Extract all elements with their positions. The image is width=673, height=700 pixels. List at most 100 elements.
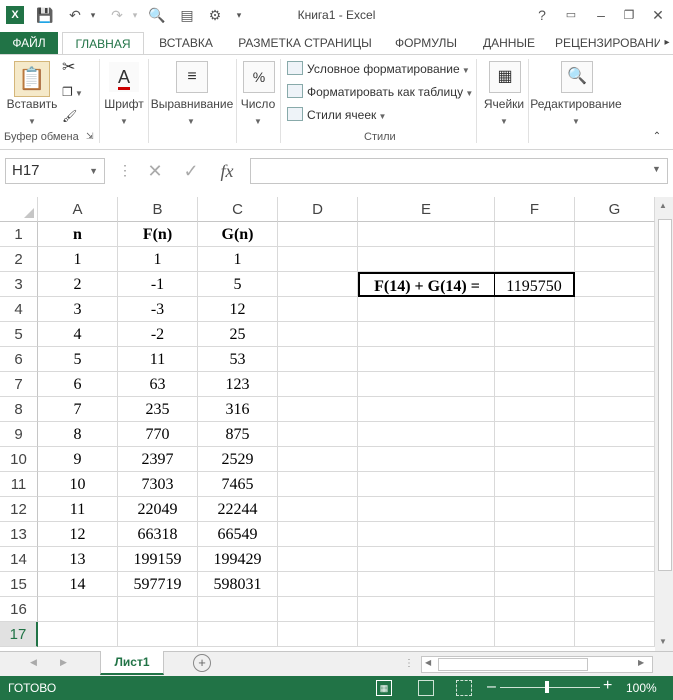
- chart-icon[interactable]: ▤: [178, 6, 196, 24]
- cell[interactable]: [575, 447, 655, 472]
- cell[interactable]: [495, 372, 575, 397]
- cell[interactable]: [575, 247, 655, 272]
- cell[interactable]: 66549: [198, 522, 278, 547]
- tab-insert[interactable]: ВСТАВКА: [150, 32, 222, 54]
- cell[interactable]: [495, 572, 575, 597]
- cell[interactable]: 10: [38, 472, 118, 497]
- cell[interactable]: 2397: [118, 447, 198, 472]
- cell[interactable]: 4: [38, 322, 118, 347]
- cell[interactable]: 598031: [198, 572, 278, 597]
- cell[interactable]: [575, 472, 655, 497]
- summary-value-cell[interactable]: 1195750: [495, 272, 575, 297]
- cancel-icon[interactable]: ✕: [142, 160, 168, 182]
- sheet-tab-list1[interactable]: Лист1: [100, 651, 164, 675]
- scroll-right-icon[interactable]: ▶: [638, 658, 644, 667]
- clipboard-launcher-icon[interactable]: ⇲: [86, 131, 94, 142]
- cell[interactable]: [495, 422, 575, 447]
- row-header[interactable]: 6: [0, 347, 38, 372]
- sheet-prev-icon[interactable]: ◀: [30, 657, 37, 668]
- cell[interactable]: [358, 447, 495, 472]
- percent-icon[interactable]: %: [243, 61, 275, 93]
- page-break-view-icon[interactable]: [456, 680, 472, 696]
- undo-icon[interactable]: ↶: [66, 6, 84, 24]
- column-header[interactable]: A: [38, 197, 118, 222]
- cell[interactable]: [278, 622, 358, 647]
- row-header[interactable]: 11: [0, 472, 38, 497]
- ribbon-display-options-icon[interactable]: ▭: [560, 4, 582, 26]
- cell[interactable]: [278, 297, 358, 322]
- redo-dropdown-icon[interactable]: ▾: [126, 6, 144, 24]
- cell[interactable]: 1: [38, 247, 118, 272]
- normal-view-icon[interactable]: ▦: [376, 680, 392, 696]
- cell[interactable]: 13: [38, 547, 118, 572]
- customize-toolbar-icon[interactable]: ▾: [230, 6, 248, 24]
- cell[interactable]: [495, 447, 575, 472]
- cell[interactable]: [278, 397, 358, 422]
- cell[interactable]: [358, 347, 495, 372]
- conditional-formatting-button[interactable]: Условное форматирование ▼: [287, 60, 470, 78]
- editing-dropdown-icon[interactable]: ▼: [566, 113, 586, 127]
- cell[interactable]: -2: [118, 322, 198, 347]
- find-icon[interactable]: 🔍: [561, 61, 593, 93]
- tab-split-icon[interactable]: ⋮: [404, 658, 414, 669]
- cell[interactable]: [278, 422, 358, 447]
- cell[interactable]: [278, 322, 358, 347]
- cell[interactable]: [495, 247, 575, 272]
- cell[interactable]: [118, 597, 198, 622]
- row-header[interactable]: 3: [0, 272, 38, 297]
- editing-button[interactable]: Редактирование: [528, 97, 624, 111]
- share-icon[interactable]: ⚙: [206, 6, 224, 24]
- cell[interactable]: [358, 597, 495, 622]
- cell[interactable]: 770: [118, 422, 198, 447]
- insert-function-icon[interactable]: fx: [214, 160, 240, 182]
- cell[interactable]: [495, 522, 575, 547]
- table-header-cell[interactable]: G(n): [198, 222, 278, 247]
- column-header[interactable]: C: [198, 197, 278, 222]
- vertical-scrollbar[interactable]: ▲ ▼: [655, 197, 673, 651]
- cell[interactable]: [358, 222, 495, 247]
- cell[interactable]: [575, 572, 655, 597]
- scroll-down-icon[interactable]: ▼: [659, 637, 667, 646]
- cell[interactable]: -3: [118, 297, 198, 322]
- row-header[interactable]: 16: [0, 597, 38, 622]
- row-header[interactable]: 14: [0, 547, 38, 572]
- cell[interactable]: [278, 447, 358, 472]
- row-header[interactable]: 9: [0, 422, 38, 447]
- cell[interactable]: [495, 347, 575, 372]
- cell[interactable]: [278, 522, 358, 547]
- number-dropdown-icon[interactable]: ▼: [248, 113, 268, 127]
- cell[interactable]: [495, 622, 575, 647]
- tab-review[interactable]: РЕЦЕНЗИРОВАНИ: [555, 32, 660, 54]
- row-header[interactable]: 4: [0, 297, 38, 322]
- cell[interactable]: [358, 297, 495, 322]
- column-header[interactable]: F: [495, 197, 575, 222]
- zoom-level[interactable]: 100%: [626, 681, 657, 695]
- cell[interactable]: 597719: [118, 572, 198, 597]
- minimize-button[interactable]: –: [590, 4, 612, 26]
- undo-dropdown-icon[interactable]: ▾: [84, 6, 102, 24]
- cell[interactable]: [575, 522, 655, 547]
- cell[interactable]: [358, 372, 495, 397]
- cut-icon[interactable]: ✂: [62, 59, 75, 77]
- new-sheet-icon[interactable]: +: [193, 654, 211, 672]
- zoom-out-icon[interactable]: –: [487, 678, 496, 696]
- name-box-dropdown-icon[interactable]: ▼: [89, 159, 98, 183]
- tab-page-layout[interactable]: РАЗМЕТКА СТРАНИЦЫ: [230, 32, 380, 54]
- collapse-ribbon-icon[interactable]: ⌃: [650, 131, 664, 142]
- summary-label-cell[interactable]: F(14) + G(14) =: [358, 272, 495, 297]
- table-header-cell[interactable]: n: [38, 222, 118, 247]
- paste-dropdown-icon[interactable]: ▼: [22, 113, 42, 127]
- column-header[interactable]: B: [118, 197, 198, 222]
- alignment-button[interactable]: Выравнивание: [148, 97, 236, 111]
- cell[interactable]: 1: [118, 247, 198, 272]
- cell[interactable]: 22244: [198, 497, 278, 522]
- cell[interactable]: [495, 297, 575, 322]
- cell[interactable]: 8: [38, 422, 118, 447]
- cell[interactable]: 6: [38, 372, 118, 397]
- cell[interactable]: 199429: [198, 547, 278, 572]
- paste-icon[interactable]: 📋: [14, 61, 50, 97]
- expand-formula-bar-icon[interactable]: ▼: [652, 164, 661, 174]
- cell[interactable]: [575, 272, 655, 297]
- select-all-corner[interactable]: [0, 197, 38, 222]
- number-button[interactable]: Число: [236, 97, 280, 111]
